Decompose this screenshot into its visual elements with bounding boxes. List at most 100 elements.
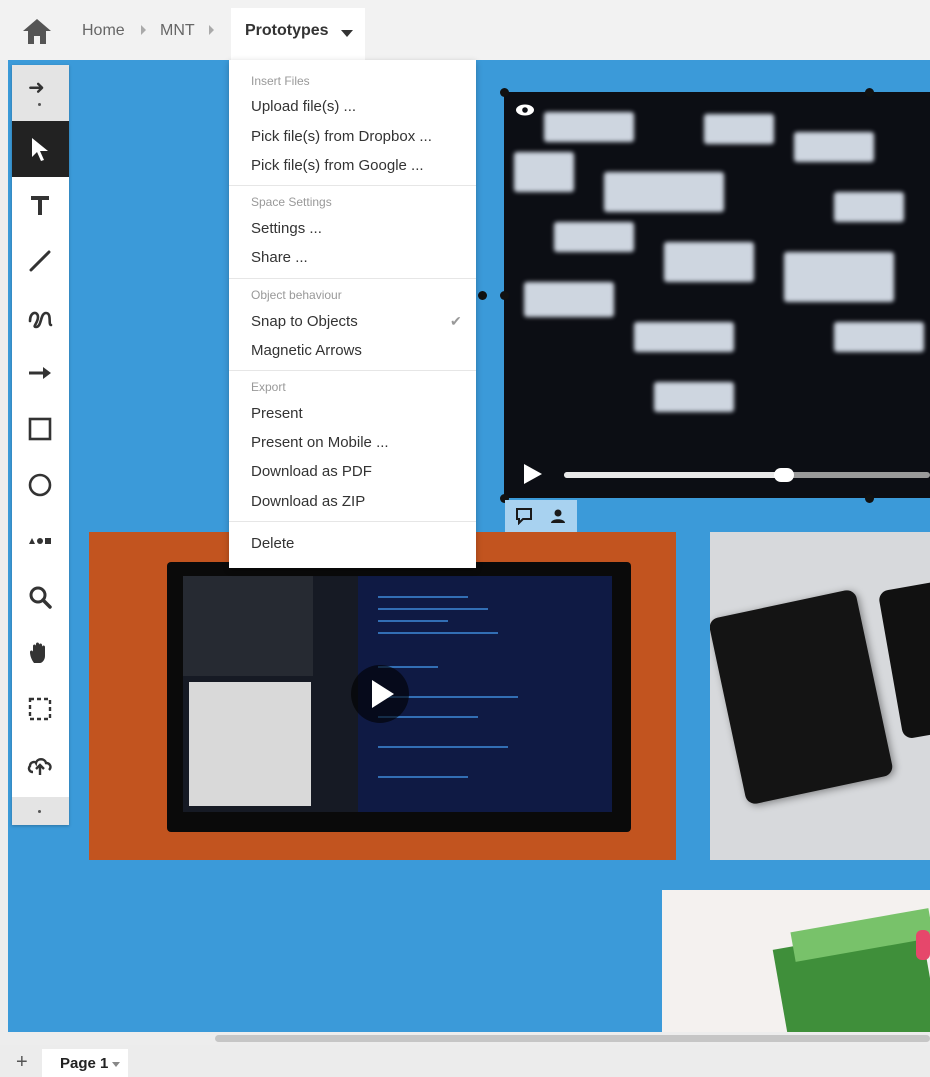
user-icon[interactable]	[549, 507, 567, 525]
menu-divider	[229, 185, 476, 186]
play-icon[interactable]	[524, 464, 542, 484]
eye-icon[interactable]	[514, 102, 536, 118]
video-frame-blob	[604, 172, 724, 212]
selection-box-icon	[28, 697, 52, 721]
circle-tool[interactable]	[12, 457, 69, 513]
shapes-icon	[29, 538, 51, 544]
collapse-toolbar-button[interactable]: ➜	[12, 65, 69, 121]
breadcrumb-separator	[209, 25, 214, 35]
code-line	[378, 620, 448, 622]
resize-handle[interactable]	[500, 88, 509, 97]
prototypes-dropdown[interactable]: Prototypes	[231, 8, 365, 60]
menu-section-object-behaviour: Object behaviour	[251, 288, 342, 302]
resize-handle[interactable]	[865, 494, 874, 503]
line-tool[interactable]	[12, 233, 69, 289]
video-player[interactable]	[504, 92, 930, 498]
chevron-down-icon	[341, 30, 353, 37]
select-arrow-icon	[32, 138, 48, 161]
video-frame-blob	[544, 112, 634, 142]
arrow-tool[interactable]	[12, 345, 69, 401]
breadcrumb-separator	[141, 25, 146, 35]
video-frame-blob	[654, 382, 734, 412]
hand-icon	[30, 642, 45, 663]
video-frame-blob	[704, 114, 774, 144]
top-bar: Home MNT Prototypes	[0, 0, 930, 60]
menu-item-download-pdf[interactable]: Download as PDF	[251, 463, 372, 480]
arrow-right-icon: ➜	[28, 77, 45, 99]
home-icon[interactable]	[20, 16, 54, 46]
video-frame-blob	[784, 252, 894, 302]
page-bar: + Page 1	[0, 1045, 930, 1077]
code-line	[378, 746, 508, 748]
menu-item-settings[interactable]: Settings ...	[251, 220, 322, 237]
upload-cloud-icon	[27, 758, 52, 775]
checkmark-icon: ✔	[450, 313, 462, 329]
menu-item-dropbox[interactable]: Pick file(s) from Dropbox ...	[251, 128, 432, 145]
tablet-shape	[877, 574, 930, 740]
shapes-tool[interactable]	[12, 513, 69, 569]
pink-component-shape	[916, 930, 930, 960]
menu-divider	[229, 278, 476, 279]
menu-item-google[interactable]: Pick file(s) from Google ...	[251, 157, 424, 174]
page-tab[interactable]: Page 1	[42, 1049, 128, 1077]
resize-handle[interactable]	[865, 88, 874, 97]
menu-divider	[229, 370, 476, 371]
terminal-window	[183, 576, 313, 676]
connector-handle[interactable]	[478, 291, 487, 300]
breadcrumb-home[interactable]: Home	[82, 22, 125, 40]
page-tab-label: Page 1	[60, 1055, 109, 1072]
image-tablets[interactable]	[710, 532, 930, 860]
text-icon	[31, 196, 49, 215]
freehand-tool[interactable]	[12, 289, 69, 345]
menu-item-snap-to-objects[interactable]: Snap to Objects	[251, 313, 358, 330]
rectangle-icon	[28, 417, 52, 441]
select-tool[interactable]	[12, 121, 69, 177]
object-tools	[505, 500, 577, 532]
menu-item-present-mobile[interactable]: Present on Mobile ...	[251, 434, 389, 451]
play-icon[interactable]	[351, 665, 409, 723]
drag-dot	[38, 103, 41, 106]
line-icon	[29, 250, 51, 272]
search-icon	[29, 586, 52, 609]
menu-item-magnetic-arrows[interactable]: Magnetic Arrows	[251, 342, 362, 359]
image-hardware[interactable]	[662, 890, 930, 1032]
breadcrumb-mnt[interactable]: MNT	[160, 22, 195, 40]
video-frame-blob	[834, 192, 904, 222]
code-line	[378, 776, 468, 778]
menu-item-share[interactable]: Share ...	[251, 249, 308, 266]
zoom-tool[interactable]	[12, 569, 69, 625]
marquee-tool[interactable]	[12, 681, 69, 737]
menu-item-download-zip[interactable]: Download as ZIP	[251, 493, 365, 510]
code-line	[378, 632, 498, 634]
video-frame-blob	[834, 322, 924, 352]
menu-divider	[229, 521, 476, 522]
rectangle-tool[interactable]	[12, 401, 69, 457]
video-seek-bar[interactable]	[564, 468, 930, 482]
resize-handle[interactable]	[500, 291, 509, 300]
menu-section-insert-files: Insert Files	[251, 74, 310, 88]
file-browser-window	[189, 682, 311, 806]
video-frame-blob	[794, 132, 874, 162]
text-tool[interactable]	[12, 177, 69, 233]
code-line	[378, 596, 468, 598]
menu-item-delete[interactable]: Delete	[251, 535, 294, 552]
seek-thumb[interactable]	[773, 468, 794, 482]
terminal-pane	[183, 576, 358, 812]
pan-tool[interactable]	[12, 625, 69, 681]
circle-icon	[28, 473, 52, 497]
horizontal-scrollbar[interactable]	[215, 1035, 930, 1042]
tablet-shape	[710, 588, 895, 806]
upload-tool[interactable]	[12, 737, 69, 793]
menu-item-upload[interactable]: Upload file(s) ...	[251, 98, 356, 115]
comment-icon[interactable]	[515, 507, 533, 525]
menu-item-present[interactable]: Present	[251, 405, 303, 422]
tool-palette: ➜	[12, 65, 69, 825]
drag-dot	[38, 810, 41, 813]
code-line	[378, 608, 488, 610]
add-page-button[interactable]: +	[16, 1051, 28, 1074]
video-frame-blob	[524, 282, 614, 317]
menu-section-export: Export	[251, 380, 286, 394]
video-thumbnail-monitor[interactable]	[89, 532, 676, 860]
chevron-down-icon	[112, 1062, 120, 1067]
toolbar-footer[interactable]	[12, 797, 69, 825]
